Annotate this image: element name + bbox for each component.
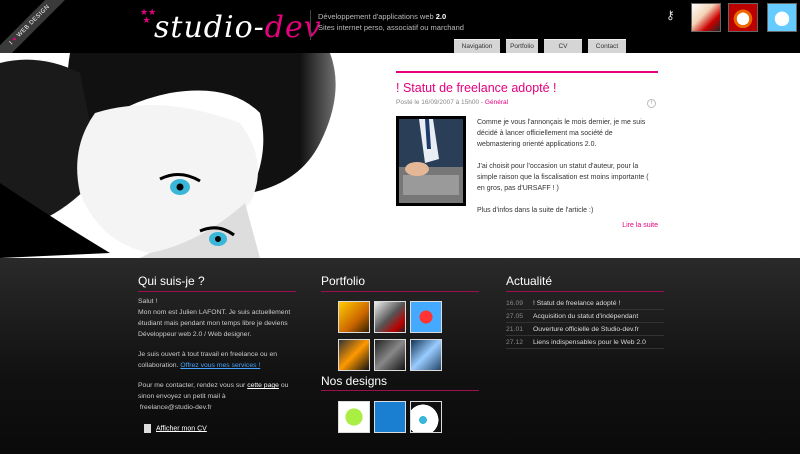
about-heading: Qui suis-je ? bbox=[138, 274, 205, 288]
main-nav: Navigation Portfolio CV Contact bbox=[454, 39, 626, 53]
cv-link[interactable]: Afficher mon CV bbox=[144, 424, 207, 433]
nav-navigation[interactable]: Navigation bbox=[454, 39, 500, 53]
key-icon[interactable]: ⚷ bbox=[666, 8, 675, 22]
portfolio-thumb-5[interactable] bbox=[374, 339, 406, 371]
hero: ! Statut de freelance adopté ! Posté le … bbox=[0, 53, 800, 258]
post-meta: Posté le 16/09/2007 à 15h00 - Général ↑ bbox=[396, 99, 658, 108]
design-thumb-1[interactable] bbox=[338, 401, 370, 433]
design-thumb-3[interactable] bbox=[410, 401, 442, 433]
nav-cv[interactable]: CV bbox=[544, 39, 582, 53]
header-divider bbox=[310, 10, 311, 40]
post-title[interactable]: ! Statut de freelance adopté ! bbox=[396, 81, 658, 95]
news-rule bbox=[506, 291, 664, 292]
portfolio-thumb-1[interactable] bbox=[338, 301, 370, 333]
avatar-orange[interactable] bbox=[728, 3, 758, 32]
info-icon[interactable]: ↑ bbox=[647, 99, 656, 108]
portfolio-thumb-3[interactable] bbox=[410, 301, 442, 333]
news-heading: Actualité bbox=[506, 274, 553, 288]
read-more-link[interactable]: Lire la suite bbox=[622, 222, 658, 229]
manga-girl-illustration bbox=[0, 53, 390, 258]
portfolio-thumb-6[interactable] bbox=[410, 339, 442, 371]
portfolio-heading: Portfolio bbox=[321, 274, 366, 288]
post-thumbnail bbox=[396, 116, 466, 206]
designs-rule bbox=[321, 390, 479, 391]
designs-heading: Nos designs bbox=[321, 374, 388, 388]
news-item[interactable]: 27.12 Liens indispensables pour le Web 2.… bbox=[506, 336, 664, 349]
portfolio-thumb-4[interactable] bbox=[338, 339, 370, 371]
email-address[interactable]: freelance@studio-dev.fr bbox=[140, 404, 212, 411]
featured-post: ! Statut de freelance adopté ! Posté le … bbox=[396, 71, 658, 229]
portfolio-rule bbox=[321, 291, 479, 292]
news-item[interactable]: 27.05 Acquisition du statut d'indépendant bbox=[506, 310, 664, 323]
portfolio-thumb-2[interactable] bbox=[374, 301, 406, 333]
post-body: Comme je vous l'annonçais le mois dernie… bbox=[477, 119, 649, 214]
design-thumb-2[interactable] bbox=[374, 401, 406, 433]
post-category[interactable]: Général bbox=[485, 99, 508, 106]
nav-contact[interactable]: Contact bbox=[588, 39, 626, 53]
news-list: 16.09! Statut de freelance adopté ! 27.0… bbox=[506, 297, 664, 349]
document-icon bbox=[144, 424, 151, 433]
contact-page-link[interactable]: cette page bbox=[247, 382, 279, 389]
services-link[interactable]: Offrez vous mes services ! bbox=[180, 362, 260, 369]
news-item[interactable]: 21.01 Ouverture officielle de Studio-dev.… bbox=[506, 323, 664, 336]
about-text: Salut ! Mon nom est Julien LAFONT. Je sui… bbox=[138, 298, 291, 411]
post-rule bbox=[396, 71, 658, 73]
about-rule bbox=[138, 291, 296, 292]
tagline: Développement d'applications web 2.0 Sit… bbox=[318, 12, 464, 32]
header: I ♥ WEB DESIGN ★★ ★ studio-dev Développe… bbox=[0, 0, 800, 73]
avatar-manga[interactable] bbox=[691, 3, 721, 32]
news-item[interactable]: 16.09! Statut de freelance adopté ! bbox=[506, 297, 664, 310]
footer-section: Qui suis-je ? Salut ! Mon nom est Julien … bbox=[0, 258, 800, 454]
nav-portfolio[interactable]: Portfolio bbox=[506, 39, 538, 53]
avatar-cat[interactable] bbox=[767, 3, 797, 32]
